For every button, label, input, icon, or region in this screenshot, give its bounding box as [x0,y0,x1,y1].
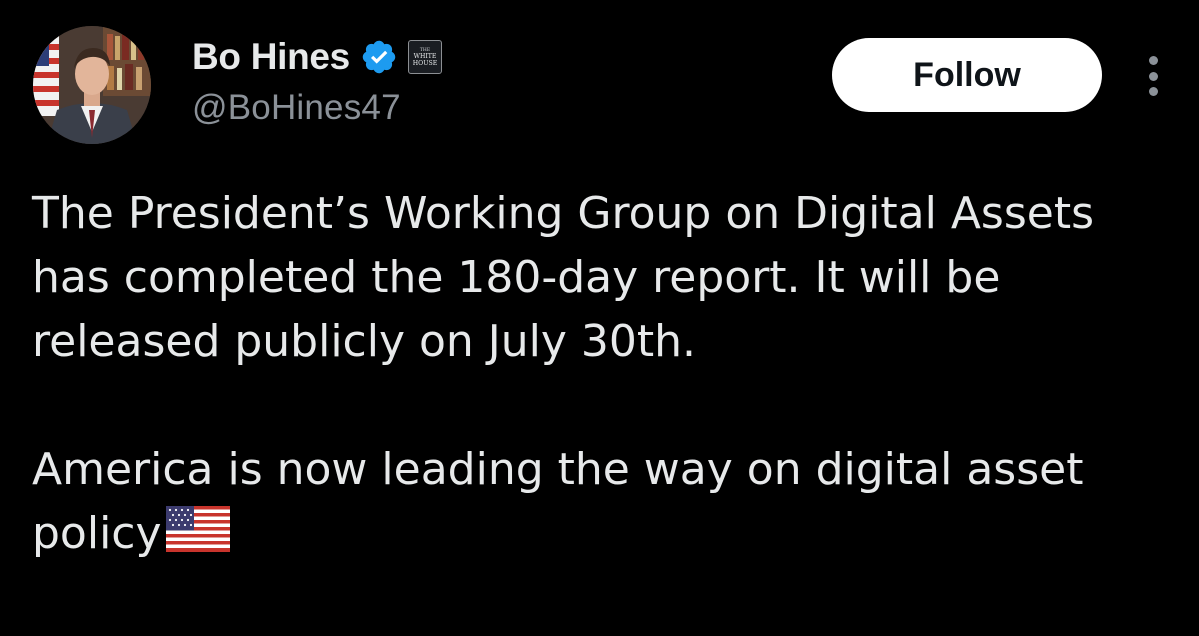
tweet-text: The President’s Working Group on Digital… [32,182,1182,566]
tweet-paragraph-1: The President’s Working Group on Digital… [32,188,1095,367]
author-name[interactable]: Bo Hines [192,36,350,78]
profile-photo-icon [33,26,151,144]
author-name-row: Bo Hines THE WHITE HOUSE [192,34,442,80]
us-flag-emoji-icon [165,506,230,552]
white-house-affiliation-badge[interactable]: THE WHITE HOUSE [407,40,442,74]
svg-text:HOUSE: HOUSE [413,60,438,67]
svg-text:WHITE: WHITE [414,53,437,60]
more-options-icon[interactable] [1138,54,1168,98]
author-avatar[interactable] [33,26,151,144]
author-handle[interactable]: @BoHines47 [192,88,401,128]
tweet-paragraph-2: America is now leading the way on digita… [32,438,1182,566]
verified-badge-icon[interactable] [360,38,398,76]
white-house-logo-icon: THE WHITE HOUSE [413,47,438,67]
more-dot [1148,87,1158,96]
tweet-card: Bo Hines THE WHITE HOUSE @BoHines47 Foll… [0,0,1199,636]
more-dot [1148,56,1158,65]
follow-button[interactable]: Follow [832,38,1102,112]
more-dot [1148,71,1158,81]
